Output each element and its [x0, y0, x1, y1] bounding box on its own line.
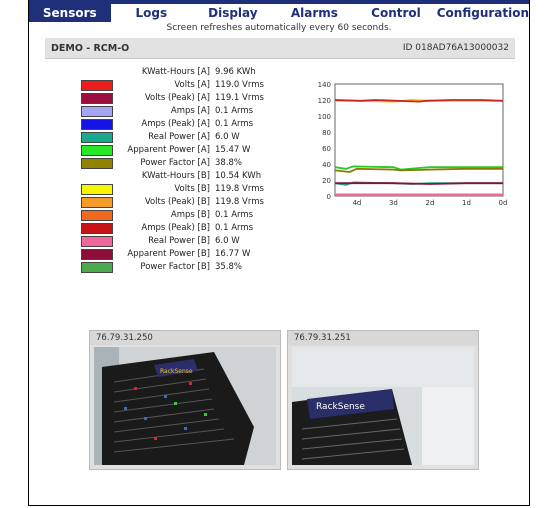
reading-value: 0.1 Arms	[215, 106, 254, 116]
reading-value: 119.8 Vrms	[215, 184, 264, 194]
color-swatch	[81, 80, 113, 91]
reading-row: Apparent Power [B] 16.77 W	[45, 248, 305, 261]
reading-label: Apparent Power [A]	[127, 145, 210, 155]
series-line	[335, 182, 503, 185]
reading-value: 6.0 W	[215, 132, 240, 142]
color-swatch	[81, 210, 113, 221]
color-swatch	[81, 262, 113, 273]
camera-image-2[interactable]: RackSense	[292, 347, 474, 465]
reading-row: Amps [A] 0.1 Arms	[45, 105, 305, 118]
tab-sensors[interactable]: Sensors	[29, 4, 111, 22]
reading-row: Volts (Peak) [A] 119.1 Vrms	[45, 92, 305, 105]
y-tick-label: 140	[318, 81, 331, 89]
reading-label: Amps (Peak) [B]	[141, 223, 210, 233]
y-tick-label: 20	[322, 177, 331, 185]
camera-image-1[interactable]: RackSense	[94, 347, 276, 465]
camera-panel-2[interactable]: 76.79.31.251 RackSense	[287, 330, 479, 470]
tab-control[interactable]: Control	[355, 4, 437, 22]
reading-value: 35.8%	[215, 262, 243, 272]
reading-label: Real Power [A]	[148, 132, 210, 142]
x-tick-label: 0d	[499, 199, 508, 207]
x-tick-label: 2d	[426, 199, 435, 207]
device-name: DEMO - RCM-O	[51, 42, 130, 54]
color-swatch	[81, 132, 113, 143]
color-swatch	[81, 184, 113, 195]
camera-ip-1: 76.79.31.250	[90, 331, 280, 345]
device-panel: DEMO - RCM-O ID 018AD76A13000032 KWatt-H…	[45, 38, 515, 498]
reading-row: Amps (Peak) [B] 0.1 Arms	[45, 222, 305, 235]
reading-row: Amps (Peak) [A] 0.1 Arms	[45, 118, 305, 131]
reading-label: KWatt-Hours [A]	[141, 67, 210, 77]
readings-list: KWatt-Hours [A] 9.96 KWh Volts [A] 119.0 Vr…	[45, 66, 305, 274]
reading-label: Amps [A]	[170, 106, 210, 116]
reading-label: Volts (Peak) [B]	[144, 197, 210, 207]
reading-row: Volts [B] 119.8 Vrms	[45, 183, 305, 196]
reading-value: 0.1 Arms	[215, 223, 254, 233]
color-swatch	[81, 158, 113, 169]
reading-row: Volts [A] 119.0 Vrms	[45, 79, 305, 92]
refresh-note: Screen refreshes automatically every 60 …	[166, 23, 392, 33]
reading-value: 6.0 W	[215, 236, 240, 246]
reading-value: 15.47 W	[215, 145, 251, 155]
app-frame: Sensors Logs Display Alarms Control Conf…	[28, 0, 530, 506]
reading-label: Real Power [B]	[148, 236, 210, 246]
y-tick-label: 60	[322, 145, 331, 153]
x-tick-label: 1d	[462, 199, 471, 207]
reading-value: 9.96 KWh	[215, 67, 256, 77]
x-tick-label: 3d	[389, 199, 398, 207]
color-swatch	[81, 145, 113, 156]
y-tick-label: 120	[318, 97, 331, 105]
reading-row: Volts (Peak) [B] 119.8 Vrms	[45, 196, 305, 209]
tab-alarms[interactable]: Alarms	[274, 4, 356, 22]
y-tick-label: 40	[322, 161, 331, 169]
reading-value: 0.1 Arms	[215, 210, 254, 220]
reading-value: 119.1 Vrms	[215, 93, 264, 103]
tab-configuration[interactable]: Configuration	[437, 4, 529, 22]
reading-label: KWatt-Hours [B]	[141, 171, 210, 181]
camera-ip-2: 76.79.31.251	[288, 331, 478, 345]
reading-row: Real Power [A] 6.0 W	[45, 131, 305, 144]
camera-sign-1: RackSense	[160, 368, 193, 375]
camera-panel-1[interactable]: 76.79.31.250 RackSense	[89, 330, 281, 470]
reading-label: Amps [B]	[170, 210, 210, 220]
reading-label: Volts [A]	[174, 80, 210, 90]
y-tick-label: 0	[327, 193, 331, 201]
reading-row: KWatt-Hours [B] 10.54 KWh	[45, 170, 305, 183]
reading-row: Power Factor [B] 35.8%	[45, 261, 305, 274]
device-id: ID 018AD76A13000032	[402, 43, 509, 53]
color-swatch	[81, 249, 113, 260]
panel-header: DEMO - RCM-O ID 018AD76A13000032	[45, 38, 515, 59]
reading-label: Power Factor [B]	[140, 262, 210, 272]
reading-value: 119.0 Vrms	[215, 80, 264, 90]
color-swatch	[81, 197, 113, 208]
sensor-chart: 0 20 40 60 80 100 120 140 4d 3d 2d 1d 0d	[318, 81, 508, 207]
reading-row: Apparent Power [A] 15.47 W	[45, 144, 305, 157]
reading-row: Amps [B] 0.1 Arms	[45, 209, 305, 222]
reading-value: 119.8 Vrms	[215, 197, 264, 207]
reading-label: Volts [B]	[174, 184, 210, 194]
reading-row: Real Power [B] 6.0 W	[45, 235, 305, 248]
reading-value: 38.8%	[215, 158, 243, 168]
color-swatch	[81, 93, 113, 104]
color-swatch	[81, 119, 113, 130]
color-swatch	[81, 106, 113, 117]
reading-value: 10.54 KWh	[215, 171, 262, 181]
y-tick-label: 80	[322, 129, 331, 137]
reading-value: 16.77 W	[215, 249, 251, 259]
y-tick-label: 100	[318, 113, 331, 121]
reading-label: Apparent Power [B]	[127, 249, 210, 259]
x-tick-label: 4d	[352, 199, 361, 207]
reading-label: Power Factor [A]	[140, 158, 210, 168]
tab-display[interactable]: Display	[192, 4, 274, 22]
main-nav: Sensors Logs Display Alarms Control Conf…	[29, 4, 529, 22]
color-swatch	[81, 236, 113, 247]
camera-sign-2: RackSense	[316, 402, 365, 412]
reading-row: Power Factor [A] 38.8%	[45, 157, 305, 170]
reading-value: 0.1 Arms	[215, 119, 254, 129]
color-swatch	[81, 223, 113, 234]
reading-label: Amps (Peak) [A]	[141, 119, 210, 129]
tab-logs[interactable]: Logs	[111, 4, 193, 22]
reading-row: KWatt-Hours [A] 9.96 KWh	[45, 66, 305, 79]
reading-label: Volts (Peak) [A]	[144, 93, 210, 103]
